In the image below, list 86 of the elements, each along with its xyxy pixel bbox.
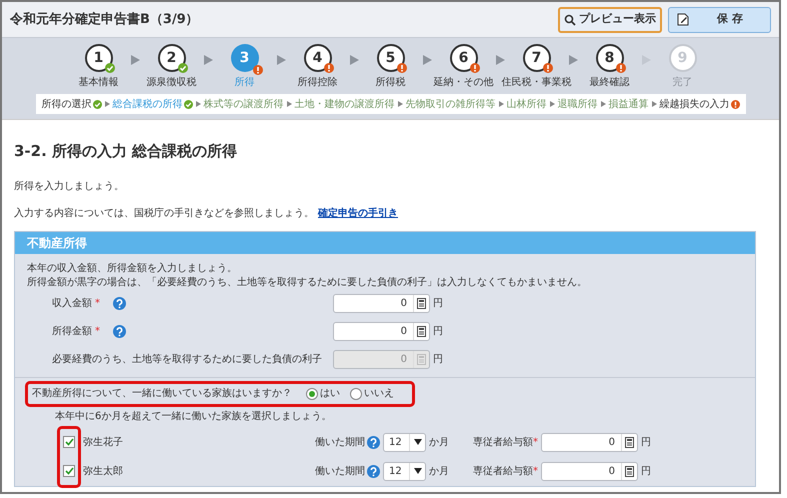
arrow-icon	[276, 55, 286, 65]
field-label: 収入金額	[52, 296, 92, 311]
calculator-icon	[417, 354, 426, 365]
arrow-icon	[286, 101, 292, 107]
window-title: 令和元年分確定申告書B（3/9）	[10, 10, 199, 29]
checkmark-icon	[64, 438, 74, 446]
arrow-icon	[652, 101, 656, 107]
unit-label: か月	[429, 464, 450, 478]
calculator-icon	[417, 298, 426, 309]
month-dropdown[interactable]: 12	[383, 432, 426, 452]
unit-label: 円	[433, 325, 443, 339]
step-label: 所得	[234, 76, 254, 90]
amount-field[interactable]: 0	[541, 432, 638, 452]
arrow-icon	[496, 55, 504, 65]
step-label: 住民税・事業税	[502, 76, 572, 90]
calculator-icon	[625, 436, 634, 448]
subnav-link[interactable]: 土地・建物の譲渡所得	[294, 96, 394, 112]
field-label: 専従者給与額	[473, 436, 533, 450]
amount-field[interactable]: 0	[333, 294, 430, 313]
question-text: 不動産所得について、一緒に働いている家族はいますか？	[32, 386, 292, 401]
step-label: 延納・その他	[434, 76, 494, 90]
family-name: 弥生太郎	[83, 464, 124, 478]
field-label: 専従者給与額	[473, 464, 533, 478]
family-name: 弥生花子	[83, 436, 124, 450]
step-label: 完了	[672, 76, 692, 90]
search-icon	[564, 14, 576, 26]
radio-option[interactable]: はい	[306, 386, 340, 401]
calculator-icon	[625, 466, 634, 476]
arrow-icon	[600, 101, 606, 107]
subnav-link[interactable]: 先物取引の雑所得等	[406, 96, 496, 112]
note-text: 本年の収入金額、所得金額を入力しましょう。	[27, 262, 238, 276]
guide-link[interactable]: 確定申告の手引き	[318, 206, 398, 220]
step-label: 源泉徴収税	[146, 76, 196, 90]
unit-label: か月	[429, 436, 450, 450]
unit-label: 円	[641, 436, 651, 450]
unit-label: 円	[641, 464, 651, 478]
amount-field[interactable]: 0	[541, 462, 638, 480]
checkmark-icon	[64, 467, 74, 475]
checkbox[interactable]	[63, 465, 75, 477]
arrow-icon	[204, 55, 212, 65]
subnav-link[interactable]: 損益通算	[608, 96, 648, 112]
section-title: 不動産所得	[15, 232, 755, 254]
hint-text: 本年中に6か月を超えて一緒に働いた家族を選択しましょう。	[54, 410, 332, 424]
save-button[interactable]: 保 存	[668, 6, 771, 32]
checkbox[interactable]	[63, 436, 75, 448]
required-mark: *	[95, 325, 100, 339]
required-mark: *	[533, 464, 538, 478]
field-label: 働いた期間	[315, 436, 365, 450]
document-pen-icon	[677, 13, 689, 26]
required-mark: *	[533, 436, 538, 450]
unit-label: 円	[433, 353, 443, 367]
guide-text: 入力する内容については、国税庁の手引きなどを参照しましょう。	[14, 206, 314, 220]
preview-button[interactable]: プレビュー表示	[558, 6, 662, 32]
arrow-icon	[350, 55, 358, 65]
arrow-icon	[422, 55, 432, 65]
arrow-icon	[130, 55, 140, 65]
required-mark: *	[95, 297, 100, 311]
caret-icon	[414, 468, 422, 474]
step-label: 基本情報	[78, 76, 118, 90]
month-dropdown[interactable]: 12	[383, 462, 426, 480]
arrow-icon	[498, 101, 504, 107]
arrow-icon	[196, 101, 200, 107]
step-label: 最終確認	[590, 76, 630, 90]
field-label: 所得金額	[52, 324, 92, 339]
arrow-icon	[550, 101, 554, 107]
arrow-icon	[104, 101, 110, 107]
step-label: 所得控除	[298, 76, 338, 90]
field-label: 働いた期間	[315, 464, 365, 478]
amount-field[interactable]: 0	[333, 322, 430, 341]
subnav-link[interactable]: 株式等の譲渡所得	[204, 96, 284, 112]
arrow-icon	[398, 101, 402, 107]
page-heading: 3-2. 所得の入力 総合課税の所得	[14, 141, 238, 162]
subnav-link[interactable]: 所得の選択	[42, 96, 102, 112]
amount-field: 0	[333, 350, 430, 369]
caret-icon	[414, 439, 422, 445]
calculator-icon	[417, 326, 426, 337]
subnav-link[interactable]: 繰越損失の入力	[660, 96, 740, 112]
field-label: 必要経費のうち、土地等を取得するために要した負債の利子	[52, 352, 322, 367]
help-icon	[367, 436, 380, 448]
step-label: 所得税	[376, 76, 406, 90]
note-text: 所得金額が黒字の場合は、「必要経費のうち、土地等を取得するために要した負債の利子」は入力しなくてもかまいません。	[27, 276, 588, 290]
help-icon	[367, 464, 380, 478]
intro-text: 所得を入力しましょう。	[14, 180, 125, 194]
arrow-icon	[568, 55, 578, 65]
radio-option[interactable]: いいえ	[350, 386, 394, 401]
unit-label: 円	[433, 297, 443, 311]
